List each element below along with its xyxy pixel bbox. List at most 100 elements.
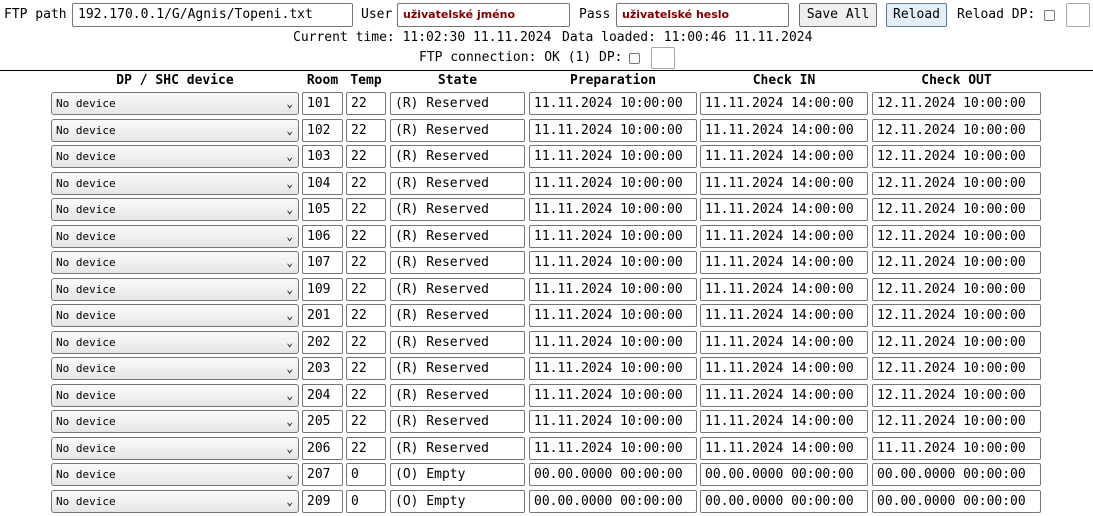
user-input[interactable]: uživatelské jméno: [397, 3, 570, 27]
check-out-field[interactable]: 12.11.2024 10:00:00: [872, 145, 1041, 168]
preparation-field[interactable]: 11.11.2024 10:00:00: [529, 92, 697, 115]
device-select[interactable]: No device ⌄: [51, 463, 299, 486]
temp-field[interactable]: 0: [346, 463, 386, 486]
state-field[interactable]: (R) Reserved: [390, 198, 525, 221]
check-in-field[interactable]: 11.11.2024 14:00:00: [700, 92, 868, 115]
temp-field[interactable]: 22: [346, 224, 386, 248]
preparation-field[interactable]: 11.11.2024 10:00:00: [529, 410, 697, 433]
device-select[interactable]: No device ⌄: [51, 304, 299, 327]
temp-field[interactable]: 22: [346, 198, 386, 221]
device-select[interactable]: No device ⌄: [51, 171, 299, 195]
state-field[interactable]: (O) Empty: [390, 463, 525, 486]
device-select[interactable]: No device ⌄: [51, 92, 299, 115]
temp-field[interactable]: 22: [346, 118, 386, 142]
preparation-field[interactable]: 11.11.2024 10:00:00: [529, 277, 697, 301]
temp-field[interactable]: 22: [346, 304, 386, 327]
check-in-field[interactable]: 11.11.2024 14:00:00: [700, 330, 868, 354]
check-in-field[interactable]: 11.11.2024 14:00:00: [700, 198, 868, 221]
device-select[interactable]: No device ⌄: [51, 330, 299, 354]
temp-field[interactable]: 22: [346, 92, 386, 115]
check-out-field[interactable]: 12.11.2024 10:00:00: [872, 383, 1041, 407]
check-out-field[interactable]: 12.11.2024 10:00:00: [872, 277, 1041, 301]
check-in-field[interactable]: 11.11.2024 14:00:00: [700, 410, 868, 433]
state-field[interactable]: (R) Reserved: [390, 436, 525, 460]
check-in-field[interactable]: 11.11.2024 14:00:00: [700, 436, 868, 460]
device-select[interactable]: No device ⌄: [51, 118, 299, 142]
check-out-field[interactable]: 12.11.2024 10:00:00: [872, 171, 1041, 195]
room-field[interactable]: 202: [302, 330, 343, 354]
preparation-field[interactable]: 11.11.2024 10:00:00: [529, 224, 697, 248]
check-out-field[interactable]: 12.11.2024 10:00:00: [872, 118, 1041, 142]
state-field[interactable]: (R) Reserved: [390, 224, 525, 248]
room-field[interactable]: 209: [302, 489, 343, 513]
check-in-field[interactable]: 11.11.2024 14:00:00: [700, 145, 868, 168]
preparation-field[interactable]: 11.11.2024 10:00:00: [529, 171, 697, 195]
dp-checkbox[interactable]: [629, 53, 640, 64]
room-field[interactable]: 206: [302, 436, 343, 460]
preparation-field[interactable]: 11.11.2024 10:00:00: [529, 118, 697, 142]
state-field[interactable]: (R) Reserved: [390, 277, 525, 301]
check-in-field[interactable]: 00.00.0000 00:00:00: [700, 463, 868, 486]
check-out-field[interactable]: 00.00.0000 00:00:00: [872, 489, 1041, 513]
preparation-field[interactable]: 11.11.2024 10:00:00: [529, 145, 697, 168]
state-field[interactable]: (R) Reserved: [390, 118, 525, 142]
temp-field[interactable]: 22: [346, 251, 386, 274]
room-field[interactable]: 109: [302, 277, 343, 301]
check-out-field[interactable]: 12.11.2024 10:00:00: [872, 224, 1041, 248]
check-out-field[interactable]: 12.11.2024 10:00:00: [872, 304, 1041, 327]
preparation-field[interactable]: 11.11.2024 10:00:00: [529, 251, 697, 274]
temp-field[interactable]: 22: [346, 436, 386, 460]
ftp-path-input[interactable]: 192.170.0.1/G/Agnis/Topeni.txt: [72, 3, 353, 27]
check-out-field[interactable]: 12.11.2024 10:00:00: [872, 92, 1041, 115]
room-field[interactable]: 106: [302, 224, 343, 248]
check-out-field[interactable]: 00.00.0000 00:00:00: [872, 463, 1041, 486]
preparation-field[interactable]: 11.11.2024 10:00:00: [529, 436, 697, 460]
preparation-field[interactable]: 11.11.2024 10:00:00: [529, 383, 697, 407]
check-out-field[interactable]: 12.11.2024 10:00:00: [872, 198, 1041, 221]
room-field[interactable]: 102: [302, 118, 343, 142]
preparation-field[interactable]: 11.11.2024 10:00:00: [529, 198, 697, 221]
device-select[interactable]: No device ⌄: [51, 357, 299, 380]
check-in-field[interactable]: 11.11.2024 14:00:00: [700, 224, 868, 248]
check-in-field[interactable]: 11.11.2024 14:00:00: [700, 277, 868, 301]
check-out-field[interactable]: 12.11.2024 10:00:00: [872, 410, 1041, 433]
device-select[interactable]: No device ⌄: [51, 251, 299, 274]
preparation-field[interactable]: 00.00.0000 00:00:00: [529, 489, 697, 513]
room-field[interactable]: 207: [302, 463, 343, 486]
preparation-field[interactable]: 00.00.0000 00:00:00: [529, 463, 697, 486]
check-in-field[interactable]: 11.11.2024 14:00:00: [700, 251, 868, 274]
temp-field[interactable]: 22: [346, 171, 386, 195]
check-out-field[interactable]: 12.11.2024 10:00:00: [872, 330, 1041, 354]
check-out-field[interactable]: 12.11.2024 10:00:00: [872, 357, 1041, 380]
check-in-field[interactable]: 11.11.2024 14:00:00: [700, 171, 868, 195]
check-out-field[interactable]: 12.11.2024 10:00:00: [872, 251, 1041, 274]
state-field[interactable]: (O) Empty: [390, 489, 525, 513]
temp-field[interactable]: 22: [346, 330, 386, 354]
temp-field[interactable]: 22: [346, 145, 386, 168]
temp-field[interactable]: 22: [346, 383, 386, 407]
room-field[interactable]: 203: [302, 357, 343, 380]
check-in-field[interactable]: 11.11.2024 14:00:00: [700, 304, 868, 327]
temp-field[interactable]: 22: [346, 410, 386, 433]
room-field[interactable]: 104: [302, 171, 343, 195]
state-field[interactable]: (R) Reserved: [390, 171, 525, 195]
state-field[interactable]: (R) Reserved: [390, 304, 525, 327]
room-field[interactable]: 204: [302, 383, 343, 407]
device-select[interactable]: No device ⌄: [51, 198, 299, 221]
state-field[interactable]: (R) Reserved: [390, 92, 525, 115]
state-field[interactable]: (R) Reserved: [390, 251, 525, 274]
preparation-field[interactable]: 11.11.2024 10:00:00: [529, 330, 697, 354]
reload-dp-checkbox[interactable]: [1044, 10, 1055, 21]
room-field[interactable]: 105: [302, 198, 343, 221]
device-select[interactable]: No device ⌄: [51, 436, 299, 460]
check-in-field[interactable]: 11.11.2024 14:00:00: [700, 357, 868, 380]
state-field[interactable]: (R) Reserved: [390, 383, 525, 407]
room-field[interactable]: 101: [302, 92, 343, 115]
check-in-field[interactable]: 11.11.2024 14:00:00: [700, 118, 868, 142]
device-select[interactable]: No device ⌄: [51, 489, 299, 513]
state-field[interactable]: (R) Reserved: [390, 357, 525, 380]
room-field[interactable]: 201: [302, 304, 343, 327]
check-in-field[interactable]: 11.11.2024 14:00:00: [700, 383, 868, 407]
check-in-field[interactable]: 00.00.0000 00:00:00: [700, 489, 868, 513]
state-field[interactable]: (R) Reserved: [390, 410, 525, 433]
